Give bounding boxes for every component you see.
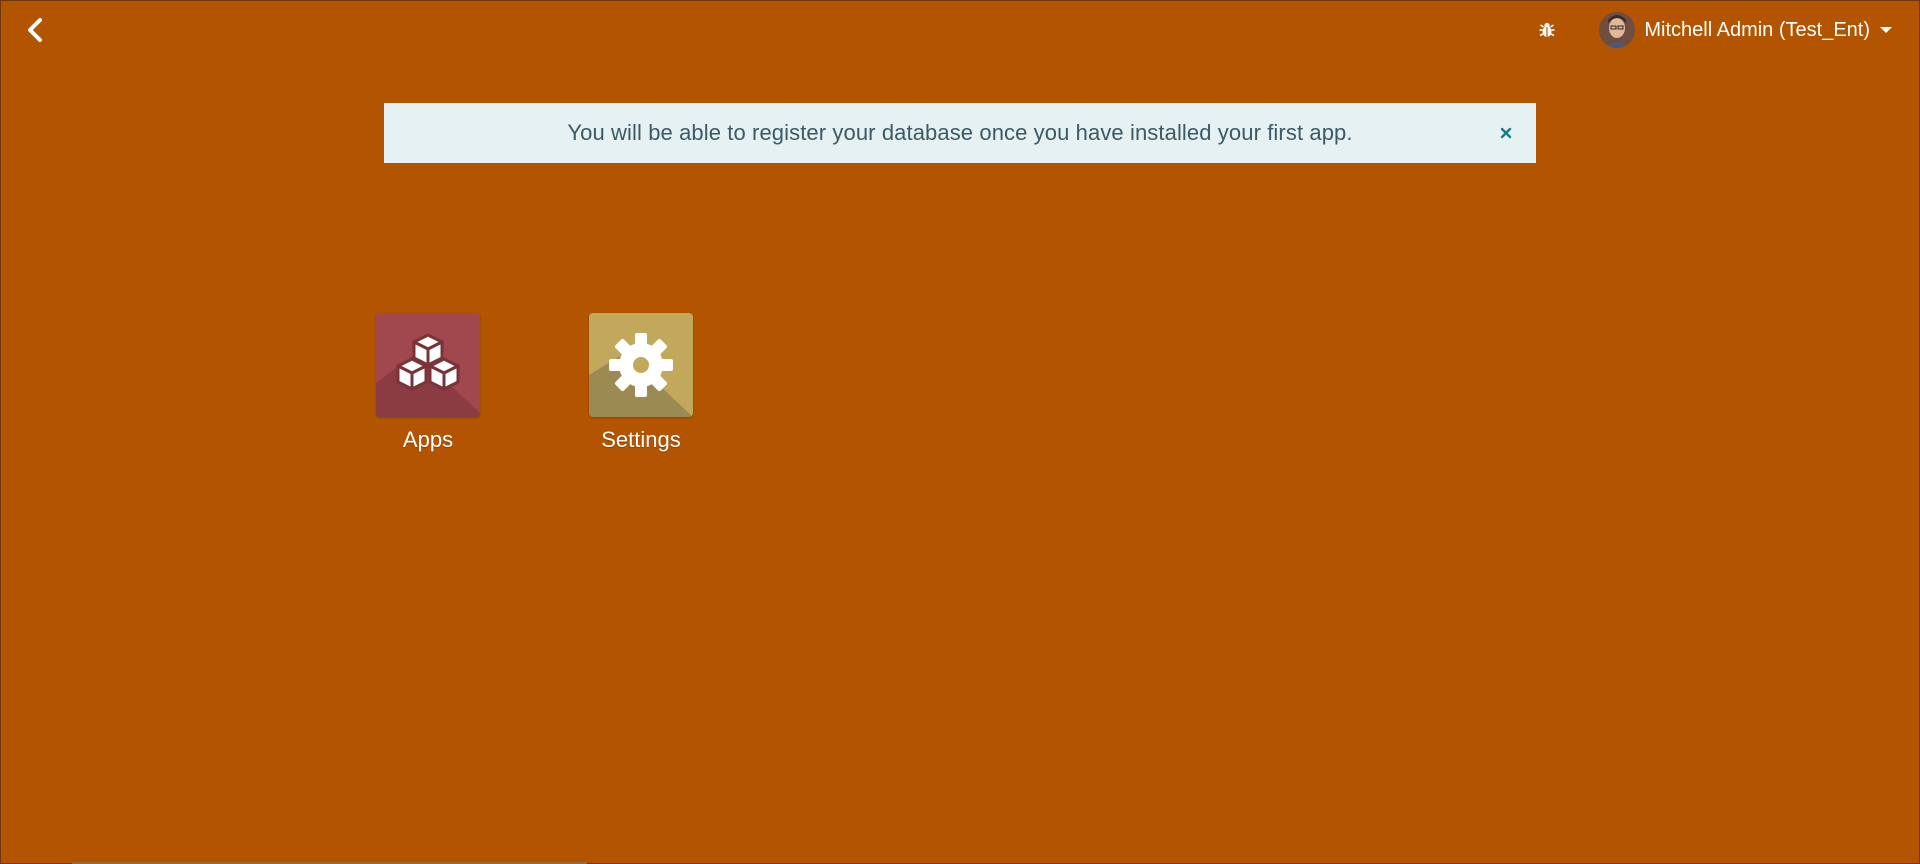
cubes-icon — [376, 333, 480, 417]
alert-message: You will be able to register your databa… — [567, 120, 1353, 145]
alert-close-button[interactable] — [1498, 125, 1514, 141]
back-button[interactable] — [20, 14, 50, 46]
app-tile-settings[interactable]: Settings — [581, 313, 701, 453]
app-icon-settings — [589, 313, 693, 417]
app-label-settings: Settings — [601, 427, 681, 452]
user-menu[interactable]: Mitchell Admin (Test_Ent) — [1599, 12, 1892, 48]
topbar-right: Mitchell Admin (Test_Ent) — [1533, 10, 1892, 50]
chevron-left-icon — [28, 18, 42, 42]
avatar — [1599, 12, 1636, 48]
chevron-down-icon — [1880, 27, 1892, 33]
app-tile-apps[interactable]: Apps — [368, 313, 488, 453]
app-label-apps: Apps — [402, 427, 454, 452]
gear-icon — [589, 333, 693, 417]
close-icon — [1500, 127, 1512, 139]
app-icon-apps — [376, 313, 480, 417]
bug-icon — [1539, 22, 1555, 37]
user-name: Mitchell Admin (Test_Ent) — [1644, 18, 1870, 41]
debug-button[interactable] — [1533, 16, 1561, 44]
register-database-alert: You will be able to register your databa… — [384, 103, 1536, 163]
